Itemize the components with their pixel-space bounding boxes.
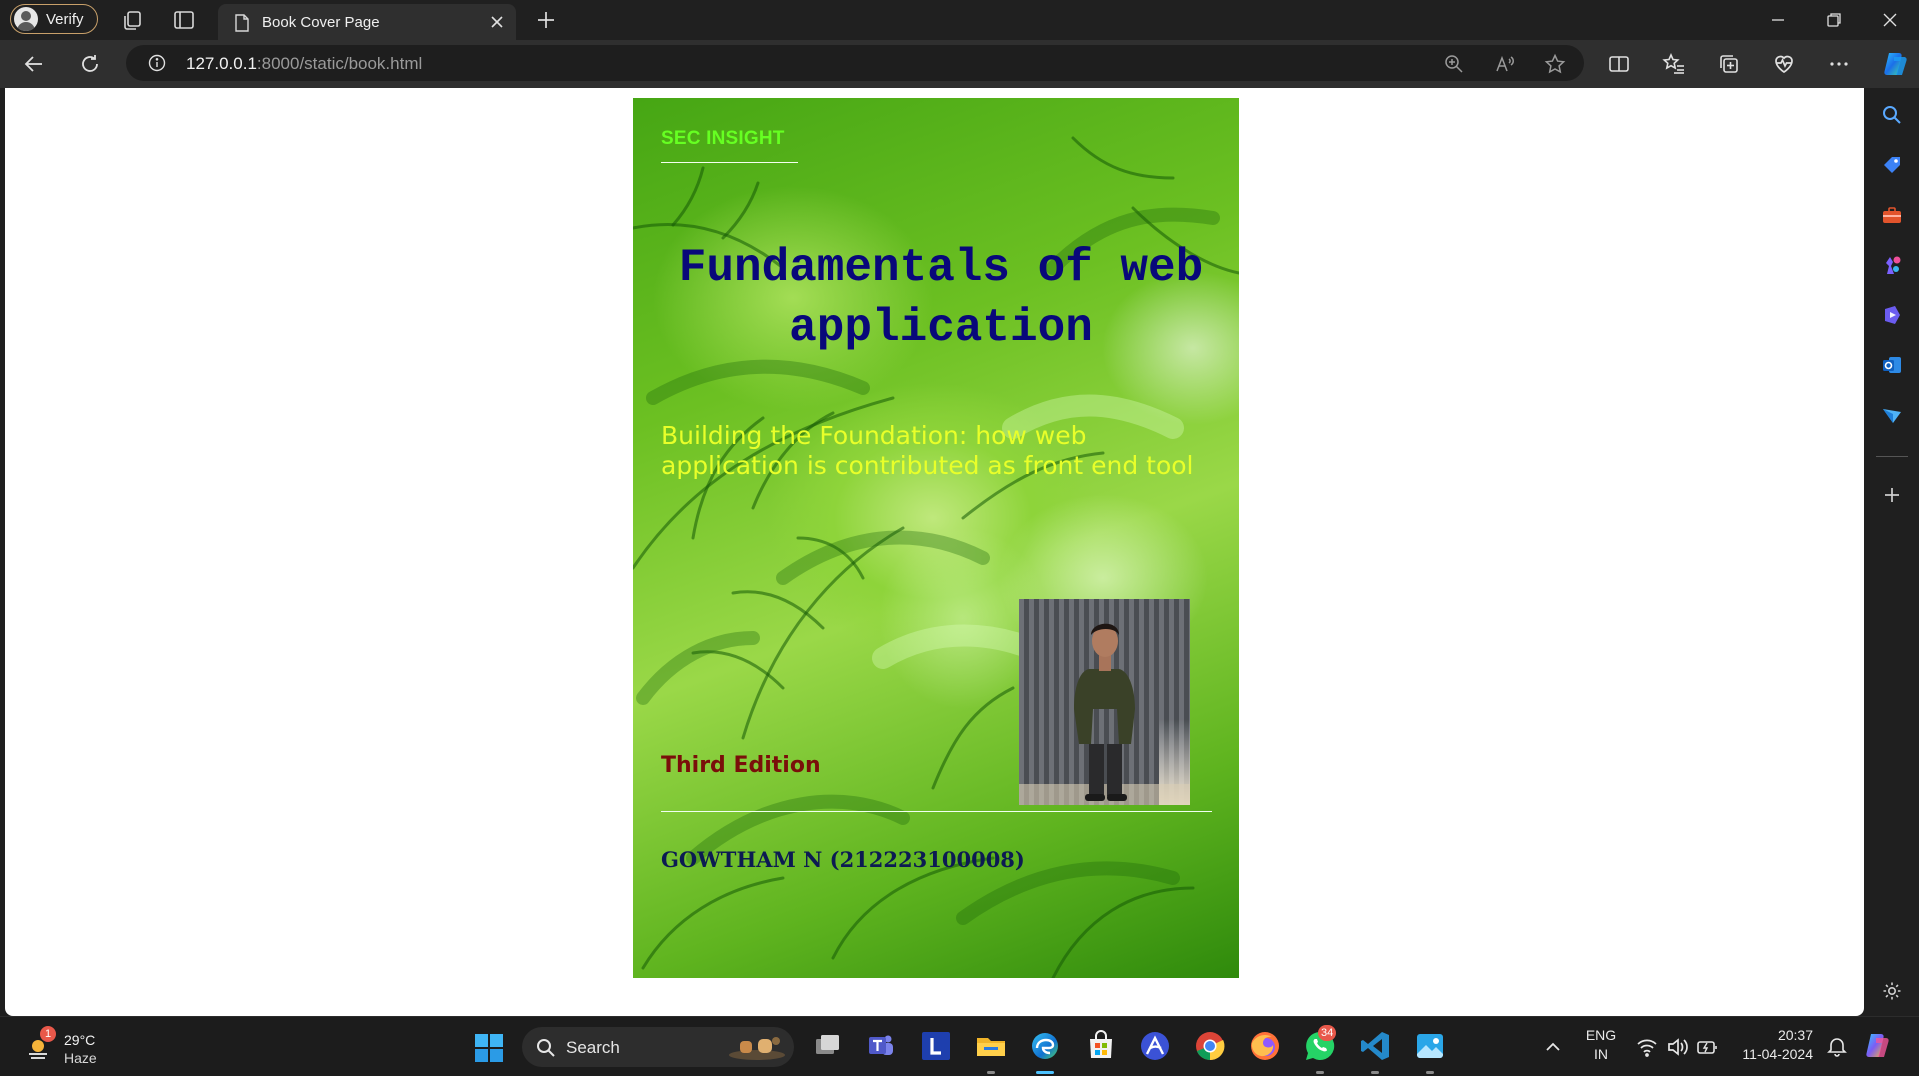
copilot-icon[interactable]: [1880, 49, 1910, 79]
teams-icon[interactable]: [864, 1029, 898, 1063]
restore-icon[interactable]: [1822, 8, 1846, 32]
language-line2[interactable]: IN: [1584, 1046, 1618, 1062]
author-name: GOWTHAM N (212223100008): [661, 847, 1025, 872]
read-aloud-icon[interactable]: [1494, 53, 1516, 75]
explorer-running-indicator: [987, 1071, 995, 1074]
tab-title: Book Cover Page: [262, 13, 380, 31]
chrome-icon[interactable]: [1193, 1029, 1227, 1063]
browser-tab-bar: Verify Book Cover Page: [0, 0, 1919, 40]
language-line1[interactable]: ENG: [1584, 1027, 1618, 1043]
book-cover: SEC INSIGHT Fundamentals of web applicat…: [633, 98, 1239, 978]
favorite-star-icon[interactable]: [1544, 53, 1566, 75]
address-bar[interactable]: 127.0.0.1:8000/static/book.html: [126, 45, 1584, 81]
more-options-icon[interactable]: [1827, 52, 1851, 76]
taskbar-search[interactable]: Search: [522, 1027, 794, 1067]
photos-app-icon[interactable]: [1413, 1029, 1447, 1063]
url-text[interactable]: 127.0.0.1:8000/static/book.html: [186, 54, 422, 74]
sidebar-add-icon[interactable]: [1881, 484, 1903, 506]
microsoft-store-icon[interactable]: [1084, 1029, 1118, 1063]
weather-alert-badge: 1: [40, 1026, 56, 1042]
search-label: Search: [566, 1038, 620, 1057]
clock-time[interactable]: 20:37: [1735, 1027, 1813, 1043]
profile-label: Verify: [46, 10, 84, 28]
book-title: Fundamentals of web application: [678, 242, 1204, 354]
photos-running-indicator: [1426, 1071, 1434, 1074]
edge-browser-icon[interactable]: [1028, 1029, 1062, 1063]
new-tab-icon[interactable]: [534, 8, 558, 32]
outlook-icon[interactable]: [1881, 354, 1903, 376]
edge-active-indicator: [1036, 1071, 1054, 1074]
firefox-icon[interactable]: [1248, 1029, 1282, 1063]
browser-essentials-icon[interactable]: [1772, 52, 1796, 76]
weather-condition: Haze: [64, 1050, 97, 1066]
weather-widget[interactable]: 1 29°C Haze: [22, 1026, 132, 1068]
tab-book-cover-page[interactable]: Book Cover Page: [218, 4, 516, 40]
start-windows-icon[interactable]: [474, 1033, 504, 1063]
games-icon[interactable]: [1881, 254, 1903, 276]
refresh-icon[interactable]: [78, 52, 102, 76]
weather-temperature: 29°C: [64, 1032, 96, 1048]
author-divider: [661, 811, 1212, 812]
sidebar-search-icon[interactable]: [1881, 104, 1903, 126]
edition-label: Third Edition: [661, 753, 821, 778]
close-window-icon[interactable]: [1878, 8, 1902, 32]
workspaces-icon[interactable]: [121, 8, 145, 32]
whatsapp-unread-badge: 34: [1318, 1025, 1337, 1041]
brand-label: SEC INSIGHT: [661, 128, 785, 149]
whatsapp-running-indicator: [1316, 1071, 1324, 1074]
back-icon[interactable]: [22, 52, 46, 76]
page-icon: [235, 14, 249, 32]
task-view-icon[interactable]: [810, 1029, 844, 1063]
url-host: 127.0.0.1: [186, 54, 257, 73]
minimize-icon[interactable]: [1766, 8, 1790, 32]
search-highlight-icon: [729, 1037, 785, 1060]
site-info-icon[interactable]: [148, 54, 166, 72]
battery-charging-icon[interactable]: [1696, 1037, 1718, 1057]
book-subtitle: Building the Foundation: how web applica…: [661, 421, 1194, 480]
avatar-icon: [14, 7, 38, 31]
clock-date[interactable]: 11-04-2024: [1735, 1046, 1813, 1062]
close-tab-icon[interactable]: [488, 13, 506, 31]
navigation-bar: 127.0.0.1:8000/static/book.html: [0, 40, 1919, 88]
split-screen-icon[interactable]: [1607, 52, 1631, 76]
zoom-icon[interactable]: [1443, 53, 1465, 75]
windows-taskbar: 1 29°C Haze Search 34 ENG IN 20:37 11-04…: [0, 1016, 1919, 1076]
tab-actions-icon[interactable]: [172, 8, 196, 32]
edge-sidebar: [1864, 88, 1919, 1016]
vscode-icon[interactable]: [1358, 1029, 1392, 1063]
arc-app-icon[interactable]: [1138, 1029, 1172, 1063]
sidebar-divider: [1876, 456, 1908, 457]
brand-underline: [661, 162, 798, 163]
notification-bell-icon[interactable]: [1826, 1035, 1848, 1057]
author-photo: [1019, 599, 1190, 805]
settings-gear-icon[interactable]: [1881, 980, 1903, 1002]
copilot-taskbar-icon[interactable]: [1862, 1031, 1894, 1061]
drop-send-icon[interactable]: [1881, 404, 1903, 426]
leaf-background: [633, 136, 1239, 978]
search-icon: [537, 1039, 555, 1057]
wifi-icon[interactable]: [1636, 1037, 1658, 1057]
copilot-sidebar-icon[interactable]: [1881, 304, 1903, 326]
page-viewport: SEC INSIGHT Fundamentals of web applicat…: [5, 88, 1864, 1016]
volume-icon[interactable]: [1666, 1037, 1688, 1057]
url-path: :8000/static/book.html: [256, 54, 423, 73]
profile-button[interactable]: Verify: [10, 4, 98, 34]
tools-briefcase-icon[interactable]: [1881, 204, 1903, 226]
favorites-icon[interactable]: [1662, 52, 1686, 76]
l-app-icon[interactable]: [919, 1029, 953, 1063]
collections-icon[interactable]: [1717, 52, 1741, 76]
vscode-running-indicator: [1371, 1071, 1379, 1074]
shopping-tag-icon[interactable]: [1881, 154, 1903, 176]
show-hidden-icons-chevron-icon[interactable]: [1543, 1037, 1563, 1057]
file-explorer-icon[interactable]: [974, 1029, 1008, 1063]
